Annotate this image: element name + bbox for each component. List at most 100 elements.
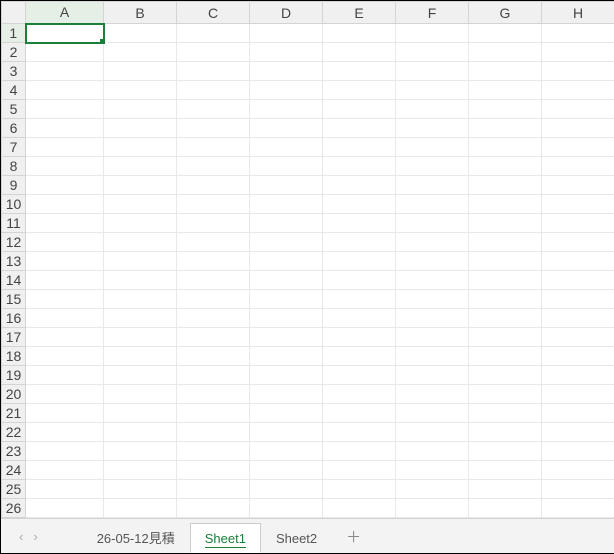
cell-F1[interactable] bbox=[396, 24, 469, 43]
row-header-25[interactable]: 25 bbox=[2, 480, 26, 499]
cell-A25[interactable] bbox=[26, 480, 104, 499]
cell-H10[interactable] bbox=[542, 195, 614, 214]
cell-B8[interactable] bbox=[104, 157, 177, 176]
cell-E21[interactable] bbox=[323, 404, 396, 423]
cell-D16[interactable] bbox=[250, 309, 323, 328]
cell-G23[interactable] bbox=[469, 442, 542, 461]
cell-A20[interactable] bbox=[26, 385, 104, 404]
cell-H22[interactable] bbox=[542, 423, 614, 442]
cell-D21[interactable] bbox=[250, 404, 323, 423]
col-header-F[interactable]: F bbox=[396, 2, 469, 24]
cell-D25[interactable] bbox=[250, 480, 323, 499]
row-header-22[interactable]: 22 bbox=[2, 423, 26, 442]
row-header-26[interactable]: 26 bbox=[2, 499, 26, 518]
cell-A21[interactable] bbox=[26, 404, 104, 423]
cell-C11[interactable] bbox=[177, 214, 250, 233]
cell-F15[interactable] bbox=[396, 290, 469, 309]
col-header-C[interactable]: C bbox=[177, 2, 250, 24]
cell-H4[interactable] bbox=[542, 81, 614, 100]
cell-C21[interactable] bbox=[177, 404, 250, 423]
cell-F14[interactable] bbox=[396, 271, 469, 290]
cell-G13[interactable] bbox=[469, 252, 542, 271]
cell-H16[interactable] bbox=[542, 309, 614, 328]
cell-B3[interactable] bbox=[104, 62, 177, 81]
cell-E25[interactable] bbox=[323, 480, 396, 499]
cell-H8[interactable] bbox=[542, 157, 614, 176]
cell-H3[interactable] bbox=[542, 62, 614, 81]
cell-D23[interactable] bbox=[250, 442, 323, 461]
cell-E19[interactable] bbox=[323, 366, 396, 385]
row-header-14[interactable]: 14 bbox=[2, 271, 26, 290]
row-header-11[interactable]: 11 bbox=[2, 214, 26, 233]
cell-H7[interactable] bbox=[542, 138, 614, 157]
cell-F12[interactable] bbox=[396, 233, 469, 252]
col-header-A[interactable]: A bbox=[26, 2, 104, 24]
cell-E1[interactable] bbox=[323, 24, 396, 43]
row-header-6[interactable]: 6 bbox=[2, 119, 26, 138]
cell-D18[interactable] bbox=[250, 347, 323, 366]
cell-F6[interactable] bbox=[396, 119, 469, 138]
cell-A6[interactable] bbox=[26, 119, 104, 138]
cell-H20[interactable] bbox=[542, 385, 614, 404]
cell-E23[interactable] bbox=[323, 442, 396, 461]
cell-H18[interactable] bbox=[542, 347, 614, 366]
cell-F13[interactable] bbox=[396, 252, 469, 271]
cell-E15[interactable] bbox=[323, 290, 396, 309]
cell-B7[interactable] bbox=[104, 138, 177, 157]
row-header-1[interactable]: 1 bbox=[2, 24, 26, 43]
cell-C1[interactable] bbox=[177, 24, 250, 43]
cell-G1[interactable] bbox=[469, 24, 542, 43]
row-header-5[interactable]: 5 bbox=[2, 100, 26, 119]
cell-D14[interactable] bbox=[250, 271, 323, 290]
cell-F18[interactable] bbox=[396, 347, 469, 366]
cell-G8[interactable] bbox=[469, 157, 542, 176]
cell-H26[interactable] bbox=[542, 499, 614, 518]
row-header-3[interactable]: 3 bbox=[2, 62, 26, 81]
cell-G20[interactable] bbox=[469, 385, 542, 404]
cell-H21[interactable] bbox=[542, 404, 614, 423]
cell-C10[interactable] bbox=[177, 195, 250, 214]
cell-D13[interactable] bbox=[250, 252, 323, 271]
cell-A8[interactable] bbox=[26, 157, 104, 176]
cell-C13[interactable] bbox=[177, 252, 250, 271]
cell-E14[interactable] bbox=[323, 271, 396, 290]
cell-G4[interactable] bbox=[469, 81, 542, 100]
cell-F8[interactable] bbox=[396, 157, 469, 176]
cell-D9[interactable] bbox=[250, 176, 323, 195]
row-header-9[interactable]: 9 bbox=[2, 176, 26, 195]
col-header-B[interactable]: B bbox=[104, 2, 177, 24]
cell-F4[interactable] bbox=[396, 81, 469, 100]
cell-H24[interactable] bbox=[542, 461, 614, 480]
cell-B17[interactable] bbox=[104, 328, 177, 347]
cell-G19[interactable] bbox=[469, 366, 542, 385]
cell-G22[interactable] bbox=[469, 423, 542, 442]
cell-D7[interactable] bbox=[250, 138, 323, 157]
cell-B18[interactable] bbox=[104, 347, 177, 366]
row-header-10[interactable]: 10 bbox=[2, 195, 26, 214]
cell-E22[interactable] bbox=[323, 423, 396, 442]
cell-C9[interactable] bbox=[177, 176, 250, 195]
cell-F2[interactable] bbox=[396, 43, 469, 62]
cell-A1[interactable] bbox=[26, 24, 104, 43]
cell-B19[interactable] bbox=[104, 366, 177, 385]
cell-B6[interactable] bbox=[104, 119, 177, 138]
cell-A14[interactable] bbox=[26, 271, 104, 290]
cell-C23[interactable] bbox=[177, 442, 250, 461]
cell-A22[interactable] bbox=[26, 423, 104, 442]
cell-F17[interactable] bbox=[396, 328, 469, 347]
cell-G12[interactable] bbox=[469, 233, 542, 252]
cell-E26[interactable] bbox=[323, 499, 396, 518]
cell-F3[interactable] bbox=[396, 62, 469, 81]
cell-D19[interactable] bbox=[250, 366, 323, 385]
cell-A17[interactable] bbox=[26, 328, 104, 347]
cell-C2[interactable] bbox=[177, 43, 250, 62]
cell-B25[interactable] bbox=[104, 480, 177, 499]
cell-B1[interactable] bbox=[104, 24, 177, 43]
cell-G14[interactable] bbox=[469, 271, 542, 290]
cell-H15[interactable] bbox=[542, 290, 614, 309]
cell-F22[interactable] bbox=[396, 423, 469, 442]
cell-D3[interactable] bbox=[250, 62, 323, 81]
cell-C19[interactable] bbox=[177, 366, 250, 385]
cell-E6[interactable] bbox=[323, 119, 396, 138]
cell-A7[interactable] bbox=[26, 138, 104, 157]
